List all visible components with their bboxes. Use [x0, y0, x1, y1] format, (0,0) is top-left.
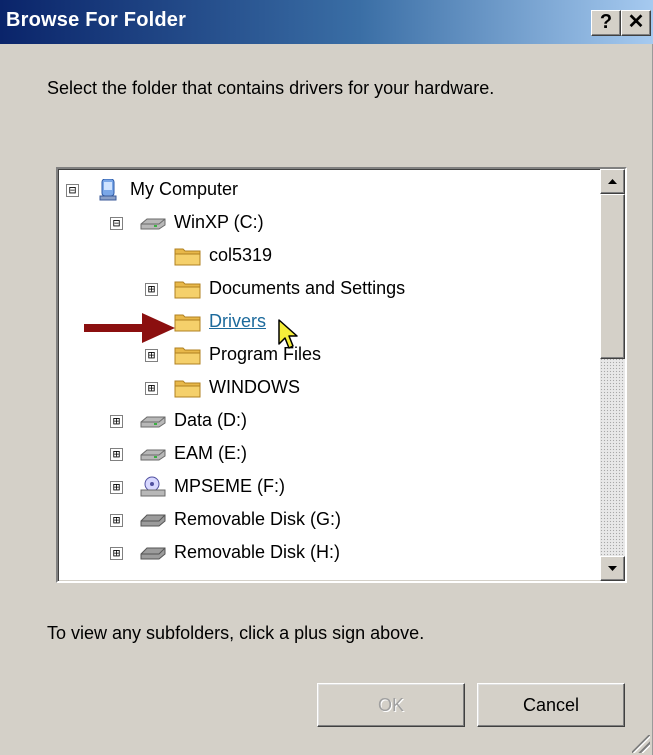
- hard-drive-icon: [139, 443, 167, 465]
- tree-item-label: EAM (E:): [174, 443, 248, 463]
- folder-icon: [174, 278, 202, 300]
- hint-text: To view any subfolders, click a plus sig…: [47, 623, 425, 643]
- folder-icon: [174, 377, 202, 399]
- expand-icon[interactable]: ⊞: [145, 382, 158, 395]
- folder-icon: [174, 344, 202, 366]
- resize-grip[interactable]: [632, 735, 650, 753]
- tree-item-label: MPSEME (F:): [174, 476, 285, 496]
- expand-icon[interactable]: ⊞: [145, 283, 158, 296]
- folder-icon: [174, 245, 202, 267]
- tree-item-label: WinXP (C:): [174, 212, 264, 232]
- tree-item-documents-and-settings[interactable]: ⊞ Documents and Settings: [145, 272, 405, 305]
- tree-item-label: WINDOWS: [209, 377, 300, 397]
- help-button[interactable]: ?: [591, 10, 621, 36]
- hard-drive-icon: [139, 410, 167, 432]
- vertical-scrollbar[interactable]: [600, 169, 625, 581]
- tree-item-my-computer[interactable]: ⊟ My Computer: [66, 173, 238, 206]
- expand-icon[interactable]: ⊞: [145, 349, 158, 362]
- arrow-down-icon: [608, 566, 617, 571]
- removable-disk-icon: [139, 542, 167, 564]
- removable-disk-icon: [139, 509, 167, 531]
- scroll-thumb[interactable]: [600, 194, 625, 359]
- collapse-icon[interactable]: ⊟: [66, 184, 79, 197]
- collapse-icon[interactable]: ⊟: [110, 217, 123, 230]
- arrow-up-icon: [608, 179, 617, 184]
- expand-icon[interactable]: ⊞: [110, 415, 123, 428]
- tree-item-label: My Computer: [130, 179, 239, 199]
- expand-icon[interactable]: ⊞: [110, 448, 123, 461]
- tree-item-drivers[interactable]: Drivers: [174, 305, 266, 338]
- tree-item-windows[interactable]: ⊞ WINDOWS: [145, 371, 300, 404]
- network-drive-icon: [139, 476, 167, 498]
- expand-icon[interactable]: ⊞: [110, 481, 123, 494]
- cancel-button[interactable]: Cancel: [477, 683, 625, 727]
- tree-item-removable-g[interactable]: ⊞ Removable Disk (G:): [110, 503, 341, 536]
- tree-item-label: Data (D:): [174, 410, 248, 430]
- title-bar[interactable]: Browse For Folder ? ✕: [0, 0, 653, 44]
- tree-item-winxp-c[interactable]: ⊟ WinXP (C:): [110, 206, 264, 239]
- ok-button[interactable]: OK: [317, 683, 465, 727]
- mouse-cursor-icon: [278, 319, 298, 349]
- tree-item-label: Removable Disk (G:): [174, 509, 342, 529]
- expand-icon[interactable]: ⊞: [110, 514, 123, 527]
- tree-item-data-d[interactable]: ⊞ Data (D:): [110, 404, 247, 437]
- pointer-arrow-annotation: [84, 313, 175, 343]
- scroll-down-button[interactable]: [600, 556, 625, 581]
- tree-item-mpseme-f[interactable]: ⊞ MPSEME (F:): [110, 470, 285, 503]
- tree-item-eam-e[interactable]: ⊞ EAM (E:): [110, 437, 247, 470]
- folder-icon: [174, 311, 202, 333]
- tree-item-label-selected: Drivers: [209, 311, 266, 331]
- window-title: Browse For Folder: [6, 9, 187, 31]
- hard-drive-icon: [139, 212, 167, 234]
- expand-icon[interactable]: ⊞: [110, 547, 123, 560]
- tree-item-label: col5319: [209, 245, 273, 265]
- tree-item-col5319[interactable]: col5319: [174, 239, 272, 272]
- close-button[interactable]: ✕: [621, 10, 651, 36]
- my-computer-icon: [95, 178, 123, 201]
- tree-item-label: Program Files: [209, 344, 322, 364]
- instruction-text: Select the folder that contains drivers …: [47, 78, 495, 98]
- tree-item-removable-h[interactable]: ⊞ Removable Disk (H:): [110, 536, 340, 569]
- scroll-up-button[interactable]: [600, 169, 625, 194]
- tree-item-label: Documents and Settings: [209, 278, 406, 298]
- browse-for-folder-dialog: Browse For Folder ? ✕ Select the folder …: [0, 0, 653, 755]
- folder-tree[interactable]: ⊟ My Computer ⊟ WinXP (C:) col5319 ⊞ Doc…: [56, 167, 627, 583]
- tree-item-label: Removable Disk (H:): [174, 542, 341, 562]
